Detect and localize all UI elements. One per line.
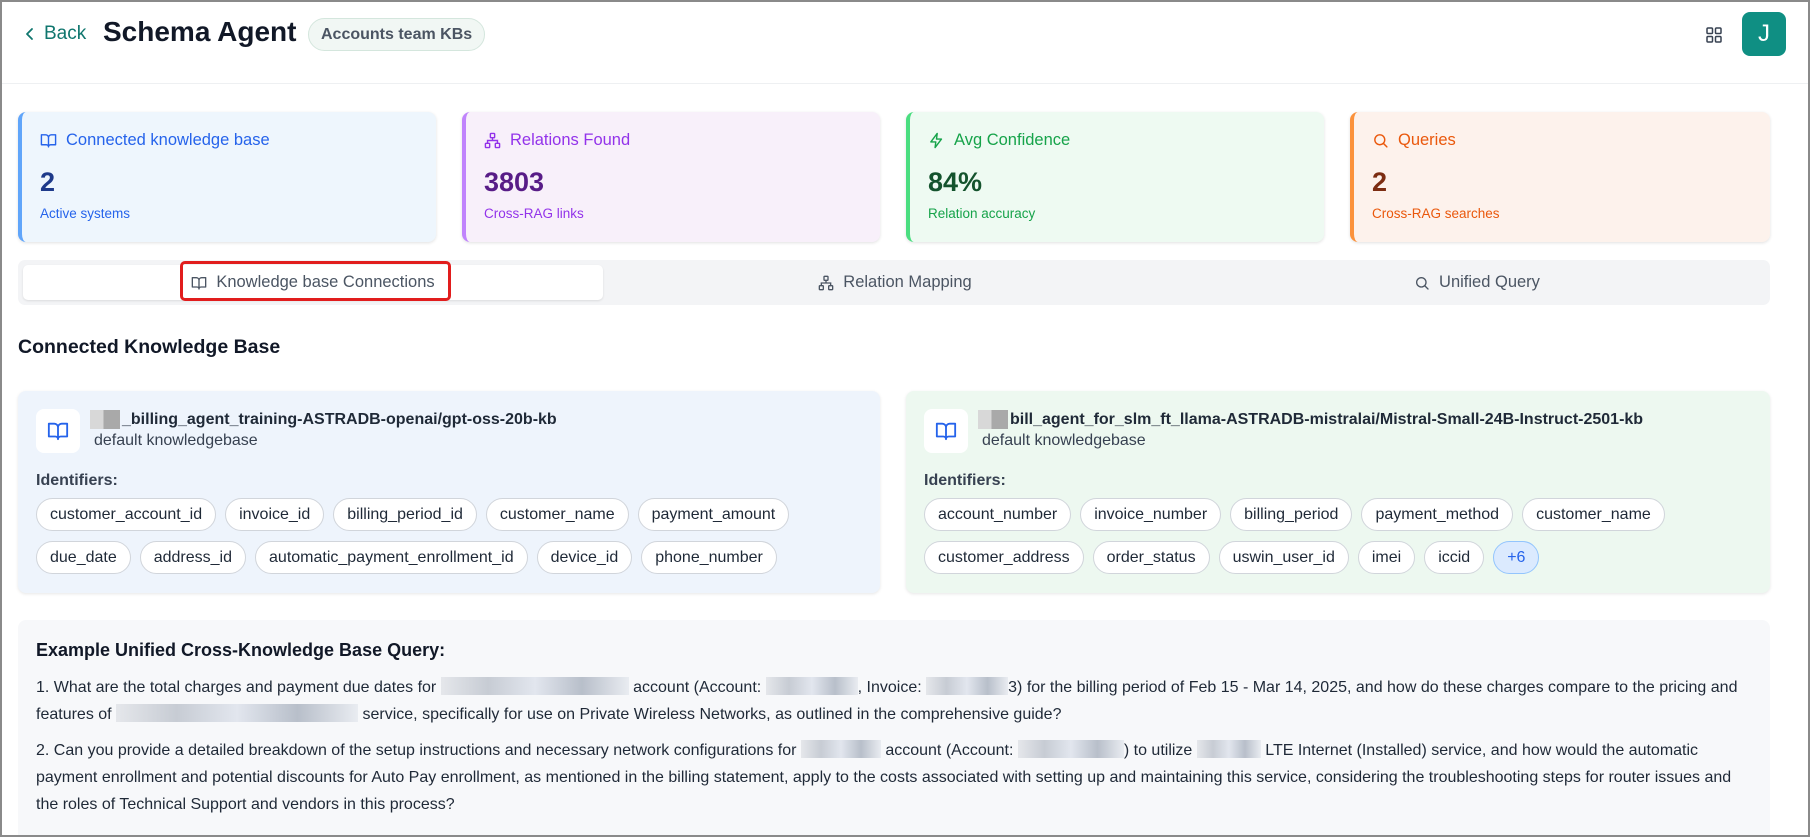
identifier-chip[interactable]: imei xyxy=(1357,541,1416,574)
tab-relation-mapping[interactable]: Relation Mapping xyxy=(603,265,1187,300)
identifier-chip[interactable]: device_id xyxy=(536,541,633,574)
example-query-2: 2. Can you provide a detailed breakdown … xyxy=(36,740,1732,813)
back-label: Back xyxy=(44,23,87,44)
stat-label: Avg Confidence xyxy=(954,131,1071,149)
example-query-panel: Example Unified Cross-Knowledge Base Que… xyxy=(18,620,1770,837)
tab-label: Unified Query xyxy=(1439,273,1540,291)
identifier-chips: account_number invoice_number billing_pe… xyxy=(924,498,1710,574)
top-header: Back Schema Agent Accounts team KBs J xyxy=(0,0,1810,84)
tab-label: Knowledge base Connections xyxy=(216,273,435,291)
section-title: Connected Knowledge Base xyxy=(18,336,281,358)
stat-label: Relations Found xyxy=(510,131,631,149)
identifier-chip[interactable]: uswin_user_id xyxy=(1218,541,1349,574)
stat-card-queries: Queries 2 Cross-RAG searches xyxy=(1350,112,1770,242)
stat-subtitle: Cross-RAG searches xyxy=(1372,206,1500,221)
book-open-icon xyxy=(47,422,69,441)
search-icon xyxy=(1416,276,1429,290)
tab-label: Relation Mapping xyxy=(843,273,972,291)
identifier-chip[interactable]: account_number xyxy=(924,498,1072,531)
identifier-chip[interactable]: customer_address xyxy=(924,541,1084,574)
stat-label: Queries xyxy=(1398,131,1456,149)
kb-group-badge: Accounts team KBs xyxy=(308,18,486,51)
stat-value: 84% xyxy=(928,167,983,197)
network-icon xyxy=(484,132,501,149)
search-icon xyxy=(1374,134,1388,148)
identifier-chip[interactable]: due_date xyxy=(36,541,131,574)
tab-bar: Knowledge base Connections Relation Mapp… xyxy=(18,260,1770,305)
stat-subtitle: Relation accuracy xyxy=(928,206,1036,221)
identifiers-label: Identifiers: xyxy=(36,472,118,489)
identifier-chip[interactable]: billing_period xyxy=(1230,498,1353,531)
kb-name: _billing_agent_training-ASTRADB-openai/g… xyxy=(90,410,557,429)
book-open-icon xyxy=(935,422,957,441)
stat-card-confidence: Avg Confidence 84% Relation accuracy xyxy=(906,112,1324,242)
zap-icon xyxy=(930,132,943,149)
identifier-chip[interactable]: iccid xyxy=(1424,541,1485,574)
identifier-chips: customer_account_id invoice_id billing_p… xyxy=(36,498,820,574)
tab-unified-query[interactable]: Unified Query xyxy=(1187,265,1767,300)
identifier-chip[interactable]: payment_method xyxy=(1361,498,1514,531)
redacted-block xyxy=(1017,740,1124,758)
kb-card: _billing_agent_training-ASTRADB-openai/g… xyxy=(18,391,880,593)
identifier-chip[interactable]: customer_account_id xyxy=(36,498,217,531)
redacted-block xyxy=(800,740,881,758)
stat-label: Connected knowledge base xyxy=(66,131,270,149)
identifier-chip[interactable]: payment_amount xyxy=(637,498,790,531)
identifiers-label: Identifiers: xyxy=(924,472,1006,489)
apps-grid-button[interactable] xyxy=(1703,24,1725,46)
kb-name-text: bill_agent_for_slm_ft_llama-ASTRADB-mist… xyxy=(1010,410,1644,428)
stat-value: 2 xyxy=(1372,167,1388,197)
kb-name-text: _billing_agent_training-ASTRADB-openai/g… xyxy=(122,410,557,428)
redacted-block xyxy=(440,677,629,695)
more-identifiers-button[interactable]: +6 xyxy=(1493,541,1540,574)
stat-subtitle: Cross-RAG links xyxy=(484,206,584,221)
chevron-left-icon xyxy=(26,28,33,40)
identifier-chip[interactable]: phone_number xyxy=(641,541,777,574)
stat-value: 3803 xyxy=(484,167,545,197)
kb-type: default knowledgebase xyxy=(94,432,258,449)
user-avatar[interactable]: J xyxy=(1742,12,1786,56)
identifier-chip[interactable]: customer_name xyxy=(1522,498,1665,531)
page-title: Schema Agent xyxy=(103,16,297,47)
tab-knowledge-base-connections[interactable]: Knowledge base Connections xyxy=(23,265,603,300)
back-button[interactable]: Back xyxy=(22,20,86,48)
redacted-block xyxy=(116,704,359,722)
identifier-chip[interactable]: order_status xyxy=(1092,541,1210,574)
identifier-chip[interactable]: invoice_id xyxy=(225,498,325,531)
stat-subtitle: Active systems xyxy=(40,206,131,221)
identifier-chip[interactable]: customer_name xyxy=(485,498,629,531)
redacted-block xyxy=(978,410,1008,429)
redacted-block xyxy=(1196,740,1261,758)
kb-type: default knowledgebase xyxy=(982,432,1146,449)
query-title: Example Unified Cross-Knowledge Base Que… xyxy=(36,640,446,660)
identifier-chip[interactable]: billing_period_id xyxy=(333,498,477,531)
example-query-1: 1. What are the total charges and paymen… xyxy=(36,677,1738,723)
redacted-block xyxy=(926,677,1009,695)
identifier-chip[interactable]: automatic_payment_enrollment_id xyxy=(255,541,528,574)
kb-name: bill_agent_for_slm_ft_llama-ASTRADB-mist… xyxy=(978,410,1643,429)
identifier-chip[interactable]: invoice_number xyxy=(1080,498,1222,531)
stat-value: 2 xyxy=(40,167,56,197)
kb-card: bill_agent_for_slm_ft_llama-ASTRADB-mist… xyxy=(906,391,1770,593)
book-open-icon xyxy=(40,134,57,148)
book-open-icon xyxy=(191,276,207,290)
grid-icon xyxy=(1706,27,1722,43)
stat-card-relations: Relations Found 3803 Cross-RAG links xyxy=(462,112,880,242)
network-icon xyxy=(818,275,834,290)
kb-icon-tile xyxy=(36,409,80,453)
redacted-block xyxy=(765,677,858,695)
kb-icon-tile xyxy=(924,409,968,453)
identifier-chip[interactable]: address_id xyxy=(139,541,247,574)
redacted-block xyxy=(90,410,120,429)
stat-card-connected-kb: Connected knowledge base 2 Active system… xyxy=(18,112,436,242)
